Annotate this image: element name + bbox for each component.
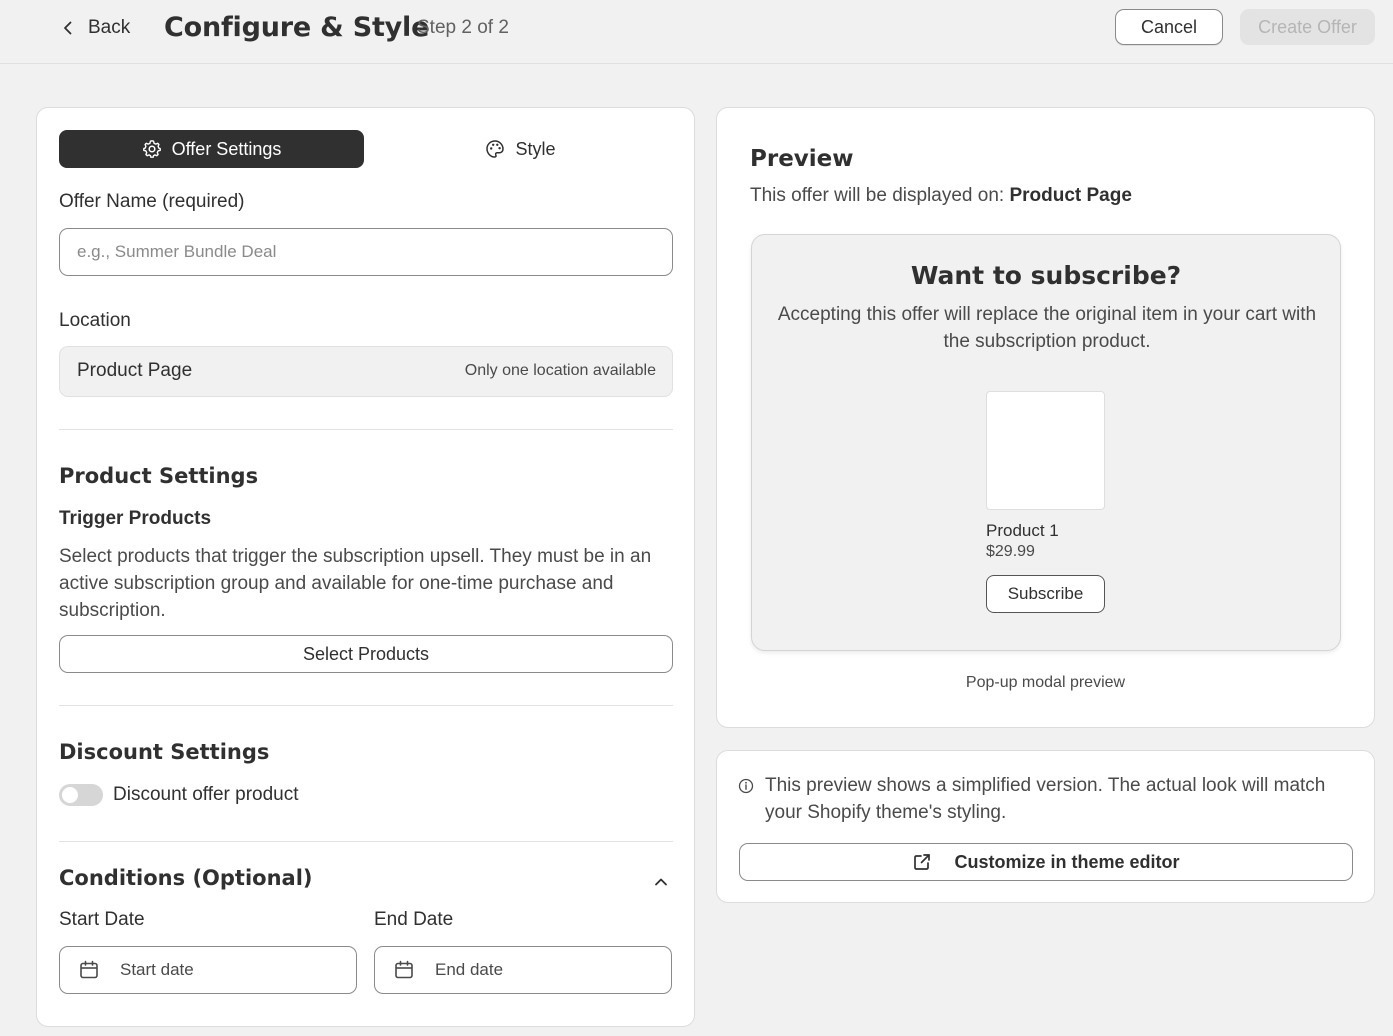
trigger-products-description: Select products that trigger the subscri… [59,546,652,621]
preview-caption: Pop-up modal preview [965,674,1126,691]
tab-bar: Offer Settings Style [59,130,673,168]
conditions-heading: Conditions (Optional) [59,866,313,890]
location-field: Product Page Only one location available [59,346,673,397]
top-bar: Back Configure & Style Step 2 of 2 Cance… [0,0,1393,64]
end-date-placeholder: End date [435,960,504,979]
end-date-label: End Date [374,909,454,930]
page-title: Configure & Style [164,12,430,43]
gear-icon [142,140,161,158]
product-name: Product 1 [986,521,1059,540]
discount-toggle-label: Discount offer product [113,784,299,805]
info-note: This preview shows a simplified version.… [765,775,1326,823]
chevron-left-icon [64,21,72,35]
offer-name-input[interactable]: e.g., Summer Bundle Deal [59,228,673,276]
settings-card: Offer Settings Style Offer Name (require… [36,107,695,1027]
customize-theme-button[interactable]: Customize in theme editor [739,843,1353,881]
divider [59,705,673,706]
displayed-on-value: Product Page [1009,185,1132,206]
chevron-up-icon[interactable] [651,872,671,892]
info-card: This preview shows a simplified version.… [716,750,1375,903]
create-offer-button[interactable]: Create Offer [1240,9,1375,45]
preview-heading: Preview [750,146,854,172]
location-value: Product Page [77,360,193,381]
tab-offer-settings[interactable]: Offer Settings [59,130,364,168]
location-label: Location [59,310,131,331]
tab-style-label: Style [515,138,556,159]
tab-style[interactable]: Style [368,130,673,168]
product-image [986,391,1105,510]
back-label: Back [88,17,131,38]
tab-offer-settings-label: Offer Settings [171,138,282,159]
palette-icon [486,140,505,158]
offer-name-placeholder: e.g., Summer Bundle Deal [77,242,277,261]
modal-text: Accepting this offer will replace the or… [777,304,1317,352]
divider [59,841,673,842]
end-date-input[interactable]: End date [374,946,672,994]
external-link-icon [914,854,931,870]
modal-title: Want to subscribe? [910,261,1182,290]
start-date-input[interactable]: Start date [59,946,357,994]
calendar-icon [80,960,98,979]
product-price: $29.99 [986,543,1035,560]
start-date-placeholder: Start date [120,960,194,979]
trigger-products-heading: Trigger Products [59,508,212,529]
calendar-icon [395,960,413,979]
info-icon [738,778,754,794]
discount-toggle[interactable] [59,784,103,806]
product-settings-heading: Product Settings [59,464,259,488]
customize-theme-label: Customize in theme editor [954,851,1180,872]
preview-card: Preview This offer will be displayed on:… [716,107,1375,728]
back-button[interactable]: Back [52,10,136,46]
displayed-on-prefix: This offer will be displayed on: [750,185,1010,206]
select-products-button[interactable]: Select Products [59,635,673,673]
displayed-on-text: This offer will be displayed on: Product… [750,185,1132,207]
cancel-button[interactable]: Cancel [1115,9,1223,45]
location-note: Only one location available [464,362,656,379]
offer-name-label: Offer Name (required) [59,191,245,212]
modal-preview: Want to subscribe? Accepting this offer … [751,234,1341,651]
start-date-label: Start Date [59,909,145,930]
subscribe-button[interactable]: Subscribe [986,575,1105,613]
discount-settings-heading: Discount Settings [59,740,270,764]
step-indicator: Step 2 of 2 [417,17,509,38]
divider [59,429,673,430]
